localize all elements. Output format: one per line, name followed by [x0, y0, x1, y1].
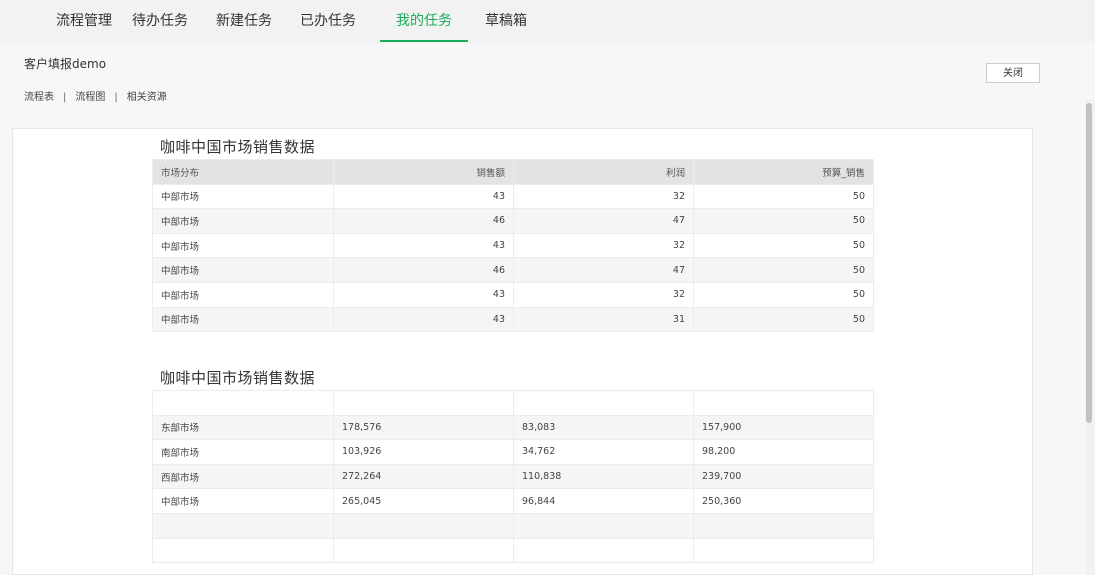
table-row: 中部市场 46 47 50 [152, 257, 874, 283]
tab-done-tasks[interactable]: 已办任务 [294, 0, 362, 43]
form-title: 客户填报demo [24, 57, 107, 71]
sales-table-1: 市场分布 销售额 利润 预算_销售 中部市场 43 32 50 中部市场 46 … [152, 159, 874, 333]
report-title-2: 咖啡中国市场销售数据 [160, 369, 316, 387]
table-cell[interactable]: 47 [513, 208, 694, 234]
table-cell[interactable]: 50 [693, 208, 874, 234]
tab-new-task[interactable]: 新建任务 [210, 0, 278, 43]
table-cell[interactable]: 157,900 [693, 414, 874, 441]
table-cell[interactable] [693, 390, 874, 416]
table-cell[interactable] [333, 537, 514, 564]
table-cell: 南部市场 [152, 439, 334, 465]
subnav-separator: | [63, 92, 67, 103]
table-cell[interactable]: 272,264 [333, 463, 514, 490]
report-title-1: 咖啡中国市场销售数据 [160, 138, 316, 156]
table-cell[interactable] [333, 390, 514, 416]
table-cell: 西部市场 [152, 463, 334, 490]
table-cell[interactable]: 43 [333, 281, 514, 308]
tab-process-management[interactable]: 流程管理 [42, 0, 126, 43]
table-cell[interactable]: 98,200 [693, 439, 874, 465]
table-cell [152, 390, 334, 416]
column-header-profit: 利润 [513, 159, 694, 185]
table-row: 西部市场 272,264 110,838 239,700 [152, 463, 874, 490]
table-cell[interactable]: 178,576 [333, 414, 514, 441]
scrollbar-thumb[interactable] [1086, 103, 1092, 423]
table-row [152, 537, 874, 564]
table-cell[interactable]: 50 [693, 232, 874, 259]
close-button[interactable]: 关闭 [986, 63, 1040, 83]
table-cell[interactable]: 239,700 [693, 463, 874, 490]
table-cell[interactable]: 32 [513, 281, 694, 308]
subnav-process-diagram[interactable]: 流程图 [75, 88, 105, 103]
table-cell [152, 537, 334, 564]
table-cell[interactable] [693, 537, 874, 564]
table-row: 中部市场 43 31 50 [152, 306, 874, 333]
tab-drafts[interactable]: 草稿箱 [478, 0, 534, 43]
table-cell: 中部市场 [152, 208, 334, 234]
table-cell[interactable]: 50 [693, 183, 874, 210]
table-cell[interactable]: 43 [333, 183, 514, 210]
table-cell[interactable]: 250,360 [693, 488, 874, 514]
table-cell[interactable] [333, 512, 514, 539]
tab-my-tasks[interactable]: 我的任务 [380, 0, 468, 43]
subnav-related-resources[interactable]: 相关资源 [127, 88, 167, 103]
table-cell: 中部市场 [152, 306, 334, 333]
table-row: 东部市场 178,576 83,083 157,900 [152, 414, 874, 441]
subnav-separator: | [114, 92, 118, 103]
table-cell[interactable]: 31 [513, 306, 694, 333]
table-cell[interactable]: 43 [333, 306, 514, 333]
table-cell[interactable]: 47 [513, 257, 694, 283]
table-row [152, 390, 874, 416]
table-cell: 中部市场 [152, 257, 334, 283]
table-row [152, 512, 874, 539]
table-row: 中部市场 43 32 50 [152, 183, 874, 210]
table-row: 中部市场 43 32 50 [152, 281, 874, 308]
sales-table-2: 东部市场 178,576 83,083 157,900 南部市场 103,926… [152, 390, 874, 564]
table-cell[interactable]: 96,844 [513, 488, 694, 514]
table-cell[interactable]: 46 [333, 208, 514, 234]
column-header-budget-sales: 预算_销售 [693, 159, 874, 185]
table-cell[interactable]: 50 [693, 257, 874, 283]
form-header [0, 43, 1095, 114]
column-header-sales: 销售额 [333, 159, 514, 185]
column-header-market: 市场分布 [152, 159, 334, 185]
table-cell[interactable]: 32 [513, 232, 694, 259]
table-cell: 东部市场 [152, 414, 334, 441]
table-cell: 中部市场 [152, 281, 334, 308]
top-tab-bar: 流程管理 待办任务 新建任务 已办任务 我的任务 草稿箱 [0, 0, 1095, 43]
table-row: 中部市场 43 32 50 [152, 232, 874, 259]
sub-navigation: 流程表 | 流程图 | 相关资源 [24, 88, 167, 103]
table-cell[interactable] [513, 390, 694, 416]
table-cell[interactable]: 34,762 [513, 439, 694, 465]
table-cell[interactable]: 50 [693, 281, 874, 308]
table-cell[interactable] [513, 512, 694, 539]
table-cell[interactable] [693, 512, 874, 539]
table-row: 中部市场 265,045 96,844 250,360 [152, 488, 874, 514]
tab-todo-tasks[interactable]: 待办任务 [126, 0, 194, 43]
table-row: 中部市场 46 47 50 [152, 208, 874, 234]
subnav-process-table[interactable]: 流程表 [24, 88, 54, 103]
table-cell[interactable]: 32 [513, 183, 694, 210]
table-cell: 中部市场 [152, 488, 334, 514]
table-cell[interactable] [513, 537, 694, 564]
table-cell: 中部市场 [152, 232, 334, 259]
table-cell[interactable]: 46 [333, 257, 514, 283]
table-cell: 中部市场 [152, 183, 334, 210]
table-cell[interactable]: 103,926 [333, 439, 514, 465]
table-row: 南部市场 103,926 34,762 98,200 [152, 439, 874, 465]
table-cell[interactable]: 265,045 [333, 488, 514, 514]
table-cell [152, 512, 334, 539]
table-header-row: 市场分布 销售额 利润 预算_销售 [152, 159, 874, 185]
table-cell[interactable]: 110,838 [513, 463, 694, 490]
table-cell[interactable]: 50 [693, 306, 874, 333]
table-cell[interactable]: 83,083 [513, 414, 694, 441]
table-cell[interactable]: 43 [333, 232, 514, 259]
